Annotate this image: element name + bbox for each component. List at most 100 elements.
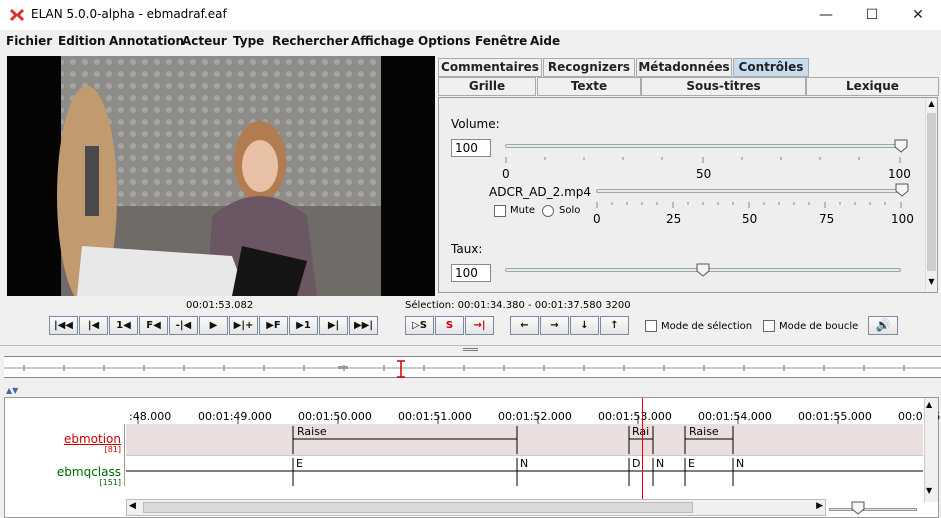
solo-label: Solo [559,205,581,216]
motion-annotation[interactable]: Raise [297,425,327,438]
timeline-scroll-down[interactable]: ▼ [926,486,932,495]
zoom-slider-thumb[interactable] [851,501,865,515]
controls-scrollbar[interactable]: ▲ ▼ [925,99,937,291]
go-to-begin-button[interactable]: |◀◀ [49,316,78,335]
menu-acteur[interactable]: Acteur [182,34,227,48]
play-button[interactable]: ▶ [199,316,228,335]
zoom-slider-track[interactable] [829,508,917,511]
previous-second-button[interactable]: 1◀ [109,316,138,335]
previous-pixel-button[interactable]: -|◀ [169,316,198,335]
speaker-icon[interactable]: 🔊 [868,316,898,335]
ruler-label-53: 00:01:53.000 [598,410,672,423]
volume-label: Volume: [451,117,500,131]
selection-mode-label: Mode de sélection [661,321,753,332]
timeline-viewer[interactable]: :48.000 00:01:49.000 00:01:50.000 00:01:… [4,397,940,518]
mute-checkbox[interactable] [494,205,506,217]
previous-scrollview-button[interactable]: |◀ [79,316,108,335]
hscroll-left-arrow[interactable]: ◀ [129,501,136,511]
volume-scale-0: 0 [502,167,510,181]
qclass-annotation[interactable]: D [632,457,640,470]
menu-options[interactable]: Options [418,34,471,48]
maximize-button[interactable]: ☐ [849,0,895,30]
volume-slider-track[interactable] [505,144,901,148]
nav-right-button[interactable]: → [540,316,569,335]
selection-mode-checkbox[interactable] [645,320,657,332]
next-pixel-button[interactable]: ▶|+ [229,316,258,335]
ruler-label-52: 00:01:52.000 [498,410,572,423]
next-frame-button[interactable]: ▶F [259,316,288,335]
to-selection-end-button[interactable]: →| [465,316,494,335]
go-to-end-button[interactable]: ▶▶| [349,316,378,335]
splitter[interactable] [0,345,941,353]
qclass-annotation[interactable]: N [520,457,528,470]
splitter-grip[interactable] [463,348,478,351]
nav-up-button[interactable]: ↑ [600,316,629,335]
media-scale-100: 100 [891,212,914,226]
time-overview[interactable] [4,356,941,378]
menu-rechercher[interactable]: Rechercher [272,34,349,48]
crosshair[interactable] [642,398,643,502]
volume-scale-100: 100 [888,167,911,181]
next-second-button[interactable]: ▶1 [289,316,318,335]
media-scale-25: 25 [666,212,682,226]
window-title: ELAN 5.0.0-alpha - ebmadraf.eaf [31,7,227,21]
tab-texte[interactable]: Texte [537,77,641,96]
menu-affichage[interactable]: Affichage [351,34,414,48]
rate-slider-thumb[interactable] [696,263,710,277]
clear-selection-button[interactable]: S [435,316,464,335]
media-volume-thumb[interactable] [895,183,909,197]
tab-grille[interactable]: Grille [438,77,536,96]
menu-fenetre[interactable]: Fenêtre [475,34,527,48]
scroll-down-arrow[interactable]: ▼ [926,277,937,289]
qclass-annotation[interactable]: E [296,457,303,470]
motion-annotation[interactable]: Rai [632,425,649,438]
play-selection-button[interactable]: ▷S [405,316,434,335]
loop-mode-checkbox[interactable] [763,320,775,332]
volume-input[interactable]: 100 [451,139,491,157]
motion-annotation[interactable]: Raise [689,425,719,438]
qclass-annotation[interactable]: N [736,457,744,470]
media-scale-0: 0 [593,212,601,226]
scroll-thumb[interactable] [927,113,936,271]
video-viewer[interactable] [7,56,435,296]
timeline-vscroll[interactable]: ▲ ▼ [924,398,938,502]
menu-edition[interactable]: Edition [58,34,106,48]
tab-metadonnees[interactable]: Métadonnées [636,58,732,77]
qclass-annotation[interactable]: E [688,457,695,470]
hscroll-thumb[interactable] [143,502,693,513]
nav-left-button[interactable]: ← [510,316,539,335]
scroll-up-arrow[interactable]: ▲ [926,99,937,111]
menu-annotation[interactable]: Annotation [109,34,184,48]
overview-ticks [4,360,941,378]
previous-frame-button[interactable]: F◀ [139,316,168,335]
tab-sous-titres[interactable]: Sous-titres [641,77,806,96]
tab-recognizers[interactable]: Recognizers [543,58,635,77]
elan-app-icon [9,8,25,22]
media-volume-track[interactable] [596,189,902,193]
close-button[interactable]: ✕ [895,0,941,30]
mute-label: Mute [510,205,536,216]
volume-slider-thumb[interactable] [894,139,908,153]
volume-scale-50: 50 [696,167,712,181]
tab-controles[interactable]: Contrôles [733,58,809,77]
current-timecode: 00:01:53.082 [186,300,254,311]
qclass-annotation[interactable]: N [656,457,664,470]
nav-down-button[interactable]: ↓ [570,316,599,335]
minimize-button[interactable]: — [803,0,849,30]
tab-commentaires[interactable]: Commentaires [438,58,542,77]
next-scrollview-button[interactable]: ▶| [319,316,348,335]
expand-collapse-icon[interactable]: ▲▼ [6,386,18,395]
rate-input[interactable]: 100 [451,264,491,282]
hscroll-right-arrow[interactable]: ▶ [816,501,823,511]
timeline-scroll-up[interactable]: ▲ [926,400,932,409]
timeline-hscroll[interactable]: ◀ ▶ [126,499,826,516]
volume-ticks [505,157,901,163]
solo-radio[interactable] [542,205,554,217]
menu-fichier[interactable]: Fichier [6,34,52,48]
ruler-label-51: 00:01:51.000 [398,410,472,423]
tab-lexique[interactable]: Lexique [806,77,939,96]
ruler-label-49: 00:01:49.000 [198,410,272,423]
menu-type[interactable]: Type [233,34,264,48]
menu-aide[interactable]: Aide [530,34,560,48]
ruler-label-54: 00:01:54.000 [698,410,772,423]
